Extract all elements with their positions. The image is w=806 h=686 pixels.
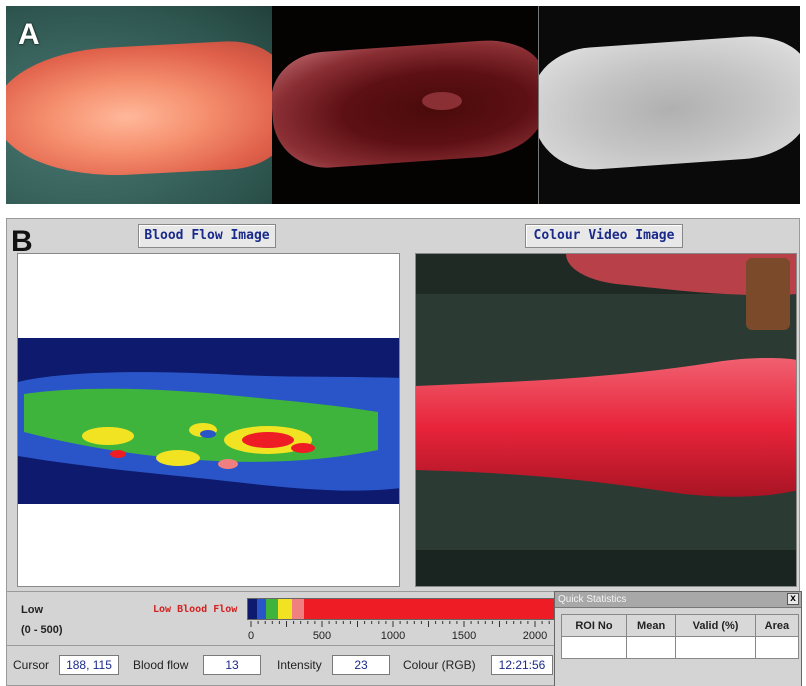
colour-video-image[interactable] [415,253,797,587]
scale-tick-label: 500 [313,630,331,642]
colour-photo-image [6,6,272,204]
colour-swatch [248,599,257,619]
colour-video-photo [416,254,796,586]
quick-statistics-window[interactable]: Quick Statistics x ROI No Mean Valid (%)… [554,591,802,686]
intensity-value-field: 23 [332,655,390,675]
low-blood-flow-label: Low Blood Flow [153,604,238,615]
blood-flow-overlay-image [272,6,538,204]
blood-flow-label: Blood flow [133,658,189,672]
colour-swatch [257,599,266,619]
table-cell[interactable] [625,636,677,659]
panel-b-software-window: Blood Flow Image Colour Video Image Low … [6,218,802,686]
table-cell[interactable] [754,636,800,659]
cursor-value-field: 188, 115 [59,655,119,675]
blood-flow-map [18,338,399,504]
column-header-mean[interactable]: Mean [625,614,677,637]
panel-letter-a: A [18,18,40,51]
colour-swatch [304,599,556,619]
quick-statistics-table: ROI No Mean Valid (%) Area [561,614,800,659]
colour-swatch [266,599,278,619]
colour-scale-bar [247,598,557,620]
range-label: (0 - 500) [21,624,63,636]
quick-statistics-titlebar[interactable]: Quick Statistics x [555,592,801,608]
cursor-label: Cursor [13,658,50,672]
time-value-field: 12:21:56 [491,655,553,675]
scale-tick-label: 0 [248,630,254,642]
table-row[interactable] [561,636,800,659]
intensity-image [538,6,800,204]
intensity-label: Intensity [277,658,322,672]
colour-video-image-title-button[interactable]: Colour Video Image [525,224,683,248]
panel-a: A [6,6,800,204]
column-header-valid[interactable]: Valid (%) [675,614,756,637]
column-header-roi-no[interactable]: ROI No [561,614,627,637]
table-cell[interactable] [561,636,627,659]
close-icon[interactable]: x [787,593,799,605]
table-cell[interactable] [675,636,756,659]
colour-swatch [292,599,304,619]
blood-flow-image-title-button[interactable]: Blood Flow Image [138,224,276,248]
low-label: Low [21,604,43,616]
blood-flow-image[interactable] [17,253,400,587]
blood-flow-value-field: 13 [203,655,261,675]
colour-scale-axis: 0 500 1000 1500 2000 [248,621,564,642]
quick-statistics-title: Quick Statistics [558,594,627,605]
colour-rgb-label: Colour (RGB) [403,658,476,672]
scale-tick-label: 2000 [523,630,547,642]
colour-swatch [278,599,292,619]
scale-tick-label: 1500 [452,630,476,642]
panel-letter-b: B [11,225,33,258]
scale-tick-label: 1000 [381,630,405,642]
column-header-area[interactable]: Area [754,614,800,637]
